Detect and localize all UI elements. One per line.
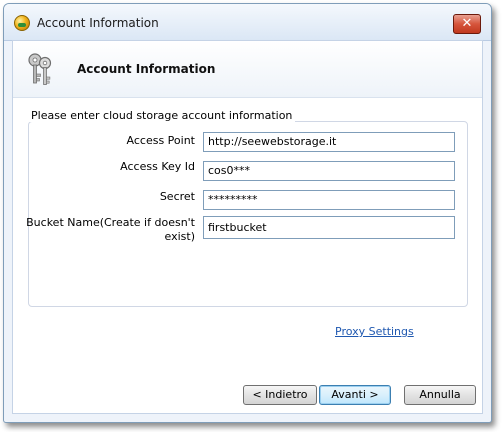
- secret-label: Secret: [159, 190, 195, 203]
- group-legend: Please enter cloud storage account infor…: [28, 109, 296, 122]
- access-key-field[interactable]: cos0***: [203, 161, 455, 181]
- access-key-label: Access Key Id: [120, 160, 195, 173]
- window-title: Account Information: [37, 16, 159, 30]
- close-button[interactable]: ✕: [453, 14, 481, 34]
- secret-field[interactable]: *********: [203, 190, 455, 210]
- bucket-name-label: Bucket Name(Create if doesn't exist): [26, 216, 195, 243]
- proxy-settings-link[interactable]: Proxy Settings: [335, 325, 414, 338]
- dialog-body: Account Information Please enter cloud s…: [12, 40, 483, 414]
- access-point-field[interactable]: http://seewebstorage.it: [203, 132, 455, 152]
- dialog-window: Account Information ✕ Account Informatio…: [3, 3, 492, 423]
- access-point-label: Access Point: [126, 134, 195, 147]
- close-icon: ✕: [461, 16, 473, 31]
- next-button[interactable]: Avanti >: [319, 385, 391, 405]
- keys-icon: [28, 53, 52, 85]
- title-bar[interactable]: Account Information ✕: [4, 4, 491, 41]
- back-button[interactable]: < Indietro: [243, 385, 317, 405]
- cancel-button[interactable]: Annulla: [404, 385, 476, 405]
- page-title: Account Information: [77, 62, 216, 76]
- bucket-name-field[interactable]: firstbucket: [203, 216, 455, 239]
- wizard-header: Account Information: [13, 41, 482, 98]
- app-globe-icon: [14, 15, 30, 31]
